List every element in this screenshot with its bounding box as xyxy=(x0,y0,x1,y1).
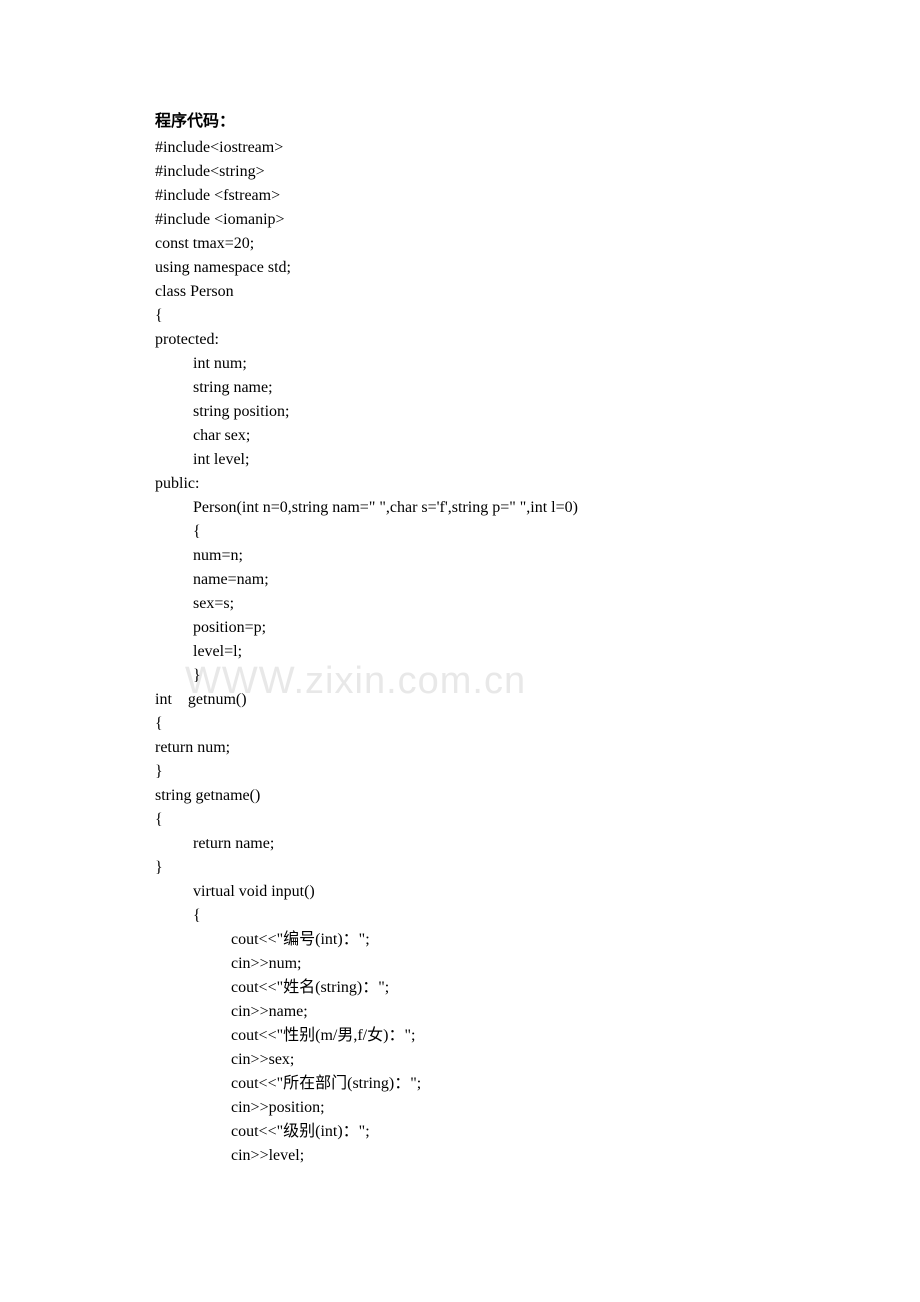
code-line: cin>>name; xyxy=(155,1000,775,1024)
code-line: cout<<"性别(m/男,f/女)："; xyxy=(155,1024,775,1048)
code-line: name=nam; xyxy=(155,568,775,592)
code-line: string name; xyxy=(155,376,775,400)
code-block: #include<iostream>#include<string>#inclu… xyxy=(155,136,775,1168)
code-line: cout<<"姓名(string)："; xyxy=(155,976,775,1000)
code-line: protected: xyxy=(155,328,775,352)
code-line: cout<<"编号(int)："; xyxy=(155,928,775,952)
code-line: position=p; xyxy=(155,616,775,640)
code-line: cin>>level; xyxy=(155,1144,775,1168)
code-line: class Person xyxy=(155,280,775,304)
code-line: { xyxy=(155,304,775,328)
code-line: public: xyxy=(155,472,775,496)
code-line: } xyxy=(155,856,775,880)
code-line: } xyxy=(155,664,775,688)
code-line: virtual void input() xyxy=(155,880,775,904)
code-line: cin>>position; xyxy=(155,1096,775,1120)
code-line: { xyxy=(155,904,775,928)
code-line: { xyxy=(155,520,775,544)
code-line: char sex; xyxy=(155,424,775,448)
code-line: cout<<"所在部门(string)："; xyxy=(155,1072,775,1096)
code-line: string getname() xyxy=(155,784,775,808)
code-line: int num; xyxy=(155,352,775,376)
code-line: int level; xyxy=(155,448,775,472)
code-line: Person(int n=0,string nam=" ",char s='f'… xyxy=(155,496,775,520)
code-line: using namespace std; xyxy=(155,256,775,280)
code-line: cin>>sex; xyxy=(155,1048,775,1072)
code-line: num=n; xyxy=(155,544,775,568)
code-line: string position; xyxy=(155,400,775,424)
code-line: #include <fstream> xyxy=(155,184,775,208)
code-line: #include<string> xyxy=(155,160,775,184)
code-line: sex=s; xyxy=(155,592,775,616)
code-line: return name; xyxy=(155,832,775,856)
code-line: cin>>num; xyxy=(155,952,775,976)
code-line: return num; xyxy=(155,736,775,760)
code-line: { xyxy=(155,712,775,736)
document-content: 程序代码： #include<iostream>#include<string>… xyxy=(155,110,775,1168)
code-line: #include <iomanip> xyxy=(155,208,775,232)
code-line: { xyxy=(155,808,775,832)
code-line: level=l; xyxy=(155,640,775,664)
code-line: const tmax=20; xyxy=(155,232,775,256)
code-heading: 程序代码： xyxy=(155,110,775,134)
code-line: int getnum() xyxy=(155,688,775,712)
code-line: } xyxy=(155,760,775,784)
code-line: cout<<"级别(int)："; xyxy=(155,1120,775,1144)
code-line: #include<iostream> xyxy=(155,136,775,160)
